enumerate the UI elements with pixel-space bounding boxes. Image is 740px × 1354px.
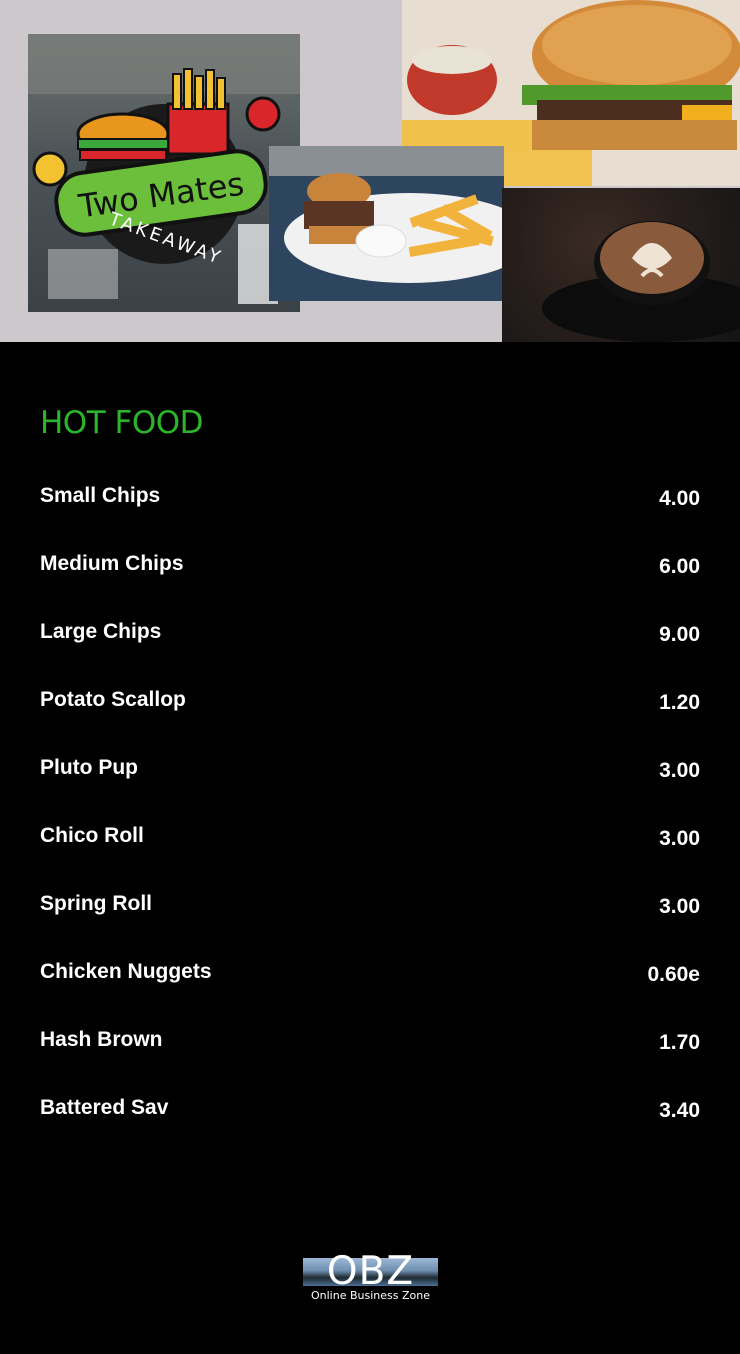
menu-item-price: 6.00 [659, 555, 700, 578]
menu-item-name: Potato Scallop [40, 688, 186, 711]
menu-item-name: Chicken Nuggets [40, 960, 212, 983]
menu-item: Medium Chips 6.00 [40, 552, 700, 620]
menu-item-name: Small Chips [40, 484, 161, 507]
menu-item-name: Battered Sav [40, 1096, 169, 1119]
menu-item-price: 3.00 [659, 895, 700, 918]
menu-item: Chico Roll 3.00 [40, 824, 700, 892]
obz-logo-text: OBZ [326, 1249, 415, 1294]
menu-item: Small Chips 4.00 [40, 484, 700, 552]
menu-item-name: Large Chips [40, 620, 162, 643]
menu-item-price: 3.00 [659, 759, 700, 782]
menu-item: Large Chips 9.00 [40, 620, 700, 688]
menu-item-name: Pluto Pup [40, 756, 138, 779]
menu-item: Potato Scallop 1.20 [40, 688, 700, 756]
menu-item-name: Chico Roll [40, 824, 144, 847]
plate-photo [269, 146, 504, 301]
coffee-photo [502, 188, 740, 342]
two-mates-logo: Two Mates TAKEAWAY [28, 34, 300, 304]
menu-item-price: 9.00 [659, 623, 700, 646]
obz-logo-subtitle: Online Business Zone [311, 1289, 430, 1302]
menu-item-name: Medium Chips [40, 552, 184, 575]
menu-item-price: 1.70 [659, 1031, 700, 1054]
menu-item-price: 4.00 [659, 487, 700, 510]
menu-item: Spring Roll 3.00 [40, 892, 700, 960]
plate-photo-art [269, 146, 504, 301]
obz-logo[interactable]: OBZ Online Business Zone [303, 1249, 438, 1303]
menu-item-price: 1.20 [659, 691, 700, 714]
menu-item: Chicken Nuggets 0.60e [40, 960, 700, 1028]
menu-item-price: 3.40 [659, 1099, 700, 1122]
menu-item-name: Hash Brown [40, 1028, 163, 1051]
section-title: HOT FOOD [40, 405, 204, 441]
menu-list: Small Chips 4.00 Medium Chips 6.00 Large Chi… [40, 484, 700, 1164]
menu-item-price: 0.60e [647, 963, 700, 986]
menu-item: Pluto Pup 3.00 [40, 756, 700, 824]
coffee-photo-art [542, 221, 740, 342]
menu-item: Hash Brown 1.70 [40, 1028, 700, 1096]
menu-item: Battered Sav 3.40 [40, 1096, 700, 1164]
menu-item-name: Spring Roll [40, 892, 152, 915]
logo-photo: Two Mates TAKEAWAY [28, 34, 300, 312]
menu-item-price: 3.00 [659, 827, 700, 850]
hero-collage: Two Mates TAKEAWAY [0, 0, 740, 342]
